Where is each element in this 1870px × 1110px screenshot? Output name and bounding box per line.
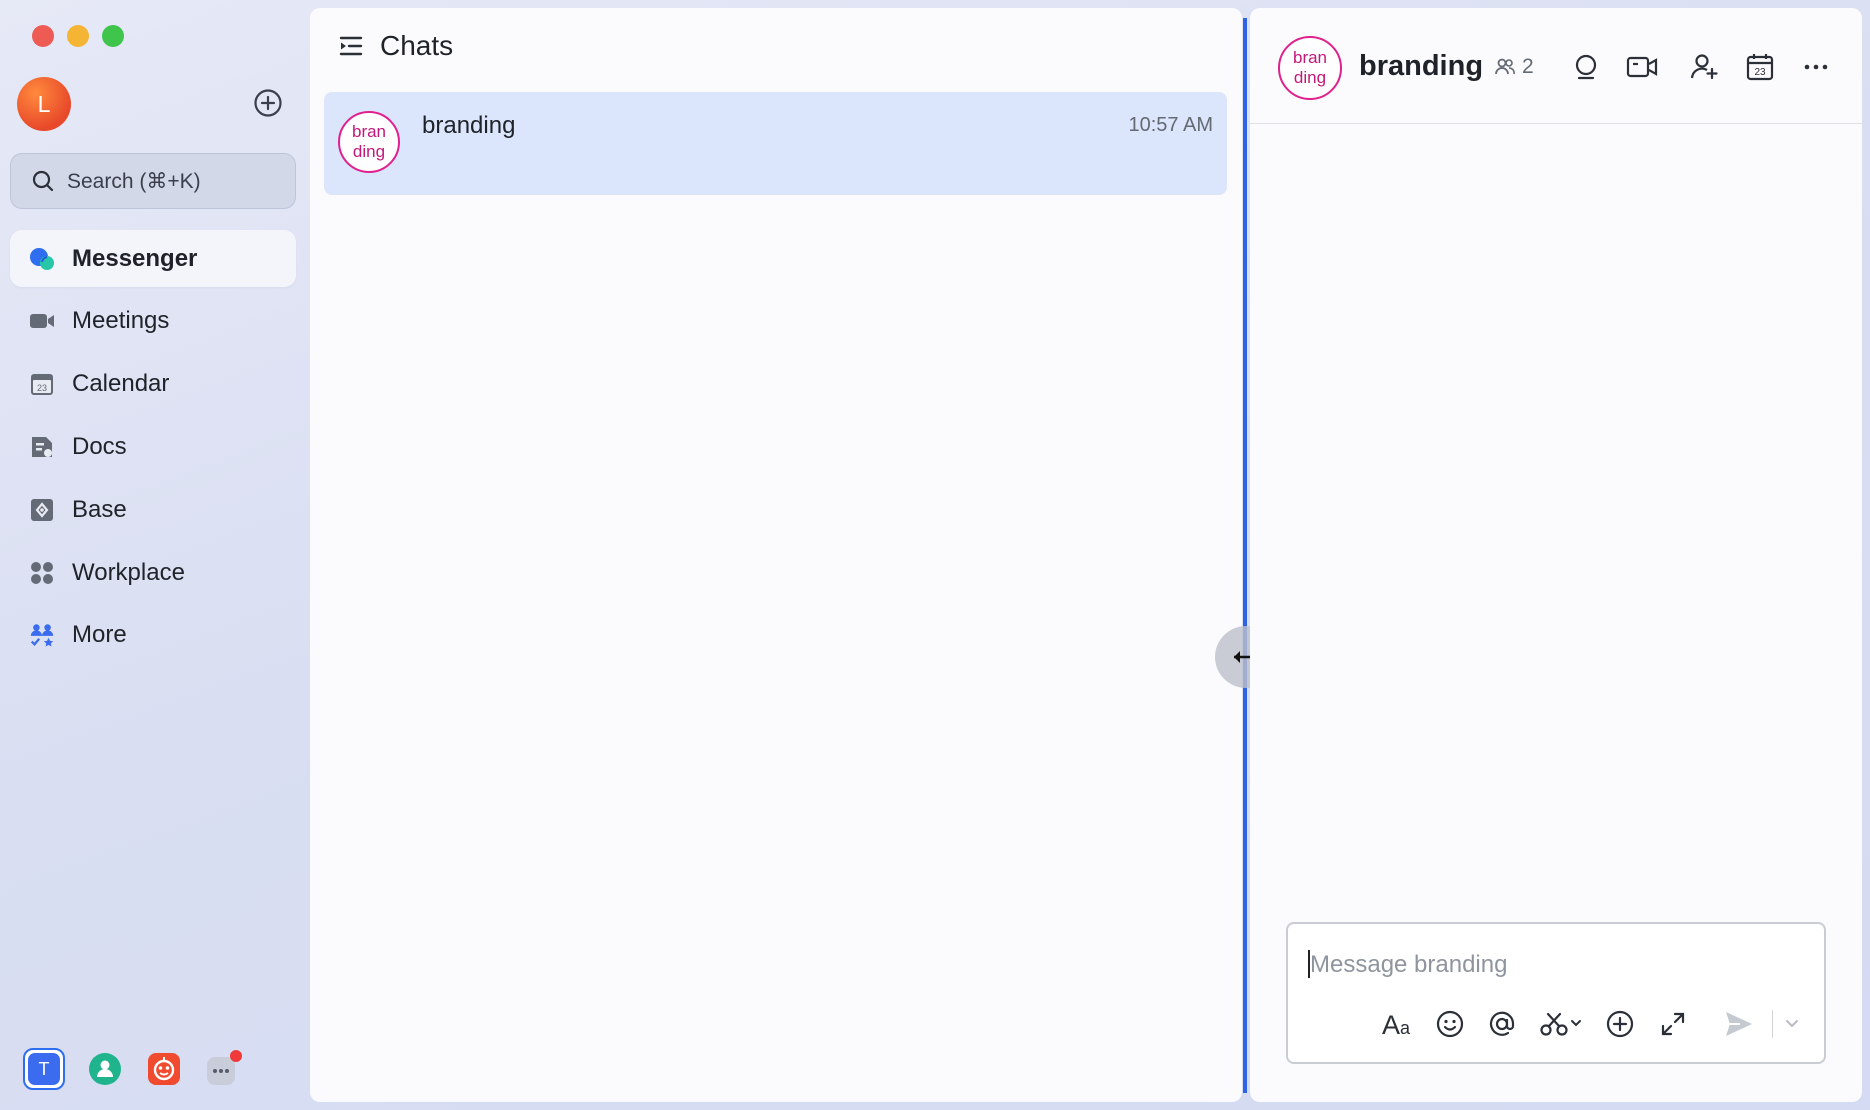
search-chat-icon[interactable] — [1568, 49, 1604, 85]
collapse-list-icon[interactable] — [338, 33, 364, 59]
chat-timestamp: 10:57 AM — [1128, 114, 1213, 136]
sidebar-item-label: Docs — [72, 432, 127, 460]
sidebar-item-label: Messenger — [72, 244, 198, 272]
chat-list-item[interactable]: bran ding branding 10:57 AM — [324, 92, 1227, 195]
send-options-chevron-icon[interactable] — [1782, 1006, 1802, 1042]
add-icon[interactable] — [253, 88, 283, 118]
page-title: Chats — [380, 30, 454, 61]
add-attachment-icon[interactable] — [1602, 1006, 1638, 1042]
avatar-text-line: bran — [1292, 48, 1328, 67]
search-input[interactable]: Search (⌘+K) — [10, 153, 296, 209]
send-icon[interactable] — [1721, 1006, 1757, 1042]
avatar-text-line: ding — [1293, 68, 1327, 87]
docs-icon — [28, 433, 56, 461]
emoji-icon[interactable] — [1432, 1006, 1468, 1042]
group-avatar: bran ding — [338, 111, 400, 173]
sidebar-item-messenger[interactable]: Messenger — [10, 230, 296, 287]
screenshot-scissors-icon[interactable] — [1538, 1006, 1584, 1042]
add-member-icon[interactable] — [1686, 49, 1722, 85]
close-window-button[interactable] — [32, 25, 54, 47]
contacts-icon[interactable] — [84, 1048, 126, 1090]
video-call-icon[interactable] — [1624, 49, 1660, 85]
send-separator — [1772, 1010, 1773, 1038]
tenant-initial: T — [28, 1053, 60, 1085]
svg-text:23: 23 — [37, 383, 47, 393]
sidebar-item-label: Calendar — [72, 369, 170, 397]
members-icon — [1494, 56, 1516, 78]
calendar-icon: 23 — [28, 370, 56, 398]
user-avatar[interactable]: L — [17, 77, 71, 131]
sidebar-item-label: Workplace — [72, 558, 185, 586]
pane-resize-divider[interactable] — [1243, 18, 1247, 1093]
member-count-value: 2 — [1522, 55, 1534, 78]
schedule-event-icon[interactable]: 23 — [1742, 49, 1778, 85]
message-input-placeholder: Message branding — [1310, 951, 1508, 978]
sidebar-item-calendar[interactable]: 23 Calendar — [10, 355, 296, 412]
avatar-text-line: bran — [351, 122, 387, 141]
svg-text:A: A — [1382, 1010, 1400, 1038]
avatar-text-line: ding — [352, 142, 386, 161]
more-apps-icon — [28, 621, 56, 649]
sidebar-item-base[interactable]: Base — [10, 481, 296, 538]
conversation-avatar[interactable]: bran ding — [1278, 36, 1342, 100]
sidebar-item-meetings[interactable]: Meetings — [10, 292, 296, 349]
chat-name: branding — [422, 112, 516, 139]
more-apps-dock-button[interactable] — [202, 1048, 244, 1090]
bot-app-icon[interactable] — [143, 1048, 185, 1090]
sidebar-item-docs[interactable]: Docs — [10, 418, 296, 475]
search-icon — [31, 169, 55, 193]
svg-text:23: 23 — [1754, 67, 1766, 78]
svg-text:a: a — [1400, 1018, 1411, 1038]
sidebar-item-label: Meetings — [72, 306, 170, 334]
sidebar-item-label: More — [72, 620, 127, 648]
text-format-icon[interactable]: Aa — [1380, 1006, 1416, 1042]
base-icon — [28, 496, 56, 524]
video-camera-icon — [28, 307, 56, 335]
tenant-switcher-button[interactable]: T — [23, 1048, 65, 1090]
conversation-title[interactable]: branding — [1359, 50, 1483, 83]
chat-list-header: Chats — [338, 30, 453, 62]
message-composer[interactable]: Message branding — [1286, 922, 1826, 1064]
mention-icon[interactable] — [1484, 1006, 1520, 1042]
search-placeholder: Search (⌘+K) — [67, 169, 201, 193]
sidebar-item-more[interactable]: More — [10, 606, 296, 663]
more-options-icon[interactable] — [1798, 49, 1834, 85]
header-divider — [1250, 123, 1862, 124]
grid-icon — [28, 559, 56, 587]
minimize-window-button[interactable] — [67, 25, 89, 47]
member-count[interactable]: 2 — [1494, 55, 1534, 79]
messenger-icon — [28, 245, 56, 273]
expand-editor-icon[interactable] — [1655, 1006, 1691, 1042]
sidebar-item-workplace[interactable]: Workplace — [10, 544, 296, 601]
zoom-window-button[interactable] — [102, 25, 124, 47]
sidebar-item-label: Base — [72, 495, 127, 523]
